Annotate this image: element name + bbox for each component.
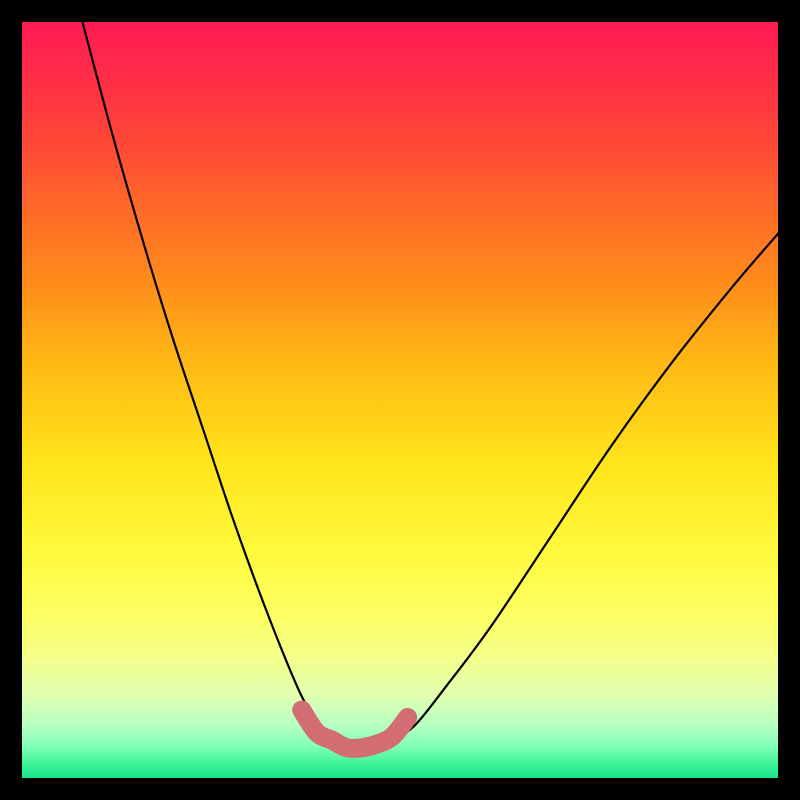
bottleneck-curve	[83, 22, 779, 749]
plot-area	[22, 22, 778, 778]
chart-svg	[22, 22, 778, 778]
frame-border-bottom	[0, 778, 800, 800]
frame-border-left	[0, 0, 22, 800]
highlight-segment	[302, 710, 408, 748]
frame-border-top	[0, 0, 800, 22]
frame-border-right	[778, 0, 800, 800]
